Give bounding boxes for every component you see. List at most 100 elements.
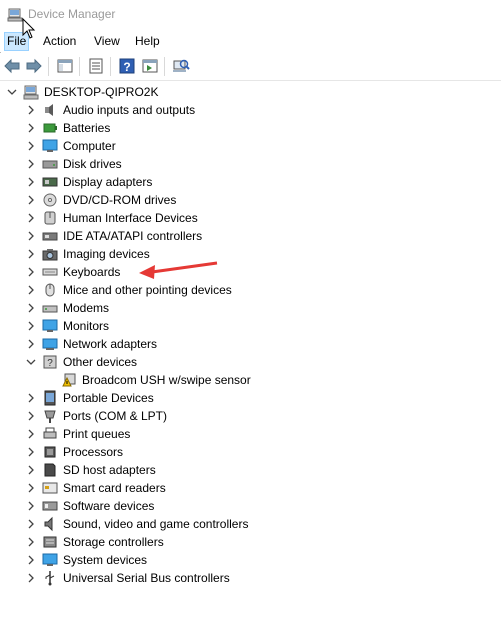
- tree-category-row[interactable]: Monitors: [0, 317, 300, 335]
- chevron-right-icon[interactable]: [25, 119, 37, 137]
- printer-icon: [43, 427, 57, 439]
- window-title: Device Manager: [28, 7, 116, 21]
- mouse-icon: [45, 283, 55, 297]
- properties-icon[interactable]: [87, 57, 105, 75]
- chevron-right-icon[interactable]: [25, 461, 37, 479]
- tree-category-row[interactable]: IDE ATA/ATAPI controllers: [0, 227, 300, 245]
- toolbar: ?: [0, 53, 501, 81]
- chevron-right-icon[interactable]: [25, 407, 37, 425]
- tree-category-row[interactable]: Mice and other pointing devices: [0, 281, 300, 299]
- tree-category-label: Storage controllers: [63, 535, 164, 549]
- menu-view[interactable]: View: [92, 33, 122, 50]
- chevron-right-icon[interactable]: [25, 569, 37, 587]
- audio-icon: [45, 104, 53, 116]
- chevron-right-icon[interactable]: [25, 245, 37, 263]
- tree-category-label: Disk drives: [63, 157, 122, 171]
- chevron-right-icon[interactable]: [25, 389, 37, 407]
- chevron-right-icon[interactable]: [25, 479, 37, 497]
- tree-root[interactable]: DESKTOP-QIPRO2K: [0, 83, 300, 101]
- tree-category-row[interactable]: Portable Devices: [0, 389, 300, 407]
- toolbar-separator: [48, 57, 49, 76]
- chevron-right-icon[interactable]: [25, 425, 37, 443]
- ide-controller-icon: [42, 232, 58, 241]
- chevron-right-icon[interactable]: [25, 101, 37, 119]
- chevron-right-icon[interactable]: [25, 551, 37, 569]
- chevron-right-icon[interactable]: [25, 533, 37, 551]
- tree-device-row[interactable]: Broadcom USH w/swipe sensor: [0, 371, 300, 389]
- tree-category-row[interactable]: Imaging devices: [0, 245, 300, 263]
- chevron-right-icon[interactable]: [25, 335, 37, 353]
- chevron-down-icon[interactable]: [25, 353, 37, 371]
- port-icon: [44, 410, 56, 423]
- tree-category-label: SD host adapters: [63, 463, 156, 477]
- menu-action[interactable]: Action: [41, 33, 78, 50]
- software-device-icon: [42, 501, 58, 511]
- chevron-right-icon[interactable]: [25, 515, 37, 533]
- show-hide-console-tree-icon[interactable]: [56, 57, 74, 75]
- chevron-right-icon[interactable]: [25, 263, 37, 281]
- disk-drive-icon: [42, 160, 58, 169]
- display-adapter-icon: [42, 177, 58, 187]
- menu-help[interactable]: Help: [133, 33, 162, 50]
- chevron-right-icon[interactable]: [25, 191, 37, 209]
- tree-category-row[interactable]: Computer: [0, 137, 300, 155]
- tree-category-label: IDE ATA/ATAPI controllers: [63, 229, 203, 243]
- tree-category-label: Universal Serial Bus controllers: [63, 571, 230, 585]
- tree-category-label: Other devices: [63, 355, 138, 369]
- tree-category-label: Imaging devices: [63, 247, 150, 261]
- tree-category-label: Processors: [63, 445, 124, 459]
- tree-category-row[interactable]: Universal Serial Bus controllers: [0, 569, 300, 587]
- other-devices-icon: ?: [43, 355, 57, 369]
- tree-category-label: Smart card readers: [63, 481, 166, 495]
- tree-category-row[interactable]: Processors: [0, 443, 300, 461]
- chevron-right-icon[interactable]: [25, 299, 37, 317]
- tree-category-row[interactable]: Batteries: [0, 119, 300, 137]
- tree-category-row[interactable]: Storage controllers: [0, 533, 300, 551]
- computer-name: DESKTOP-QIPRO2K: [44, 85, 159, 99]
- forward-arrow-icon[interactable]: [25, 57, 43, 75]
- keyboard-icon: [42, 268, 58, 276]
- help-icon[interactable]: ?: [118, 57, 136, 75]
- tree-category-label: Mice and other pointing devices: [63, 283, 232, 297]
- toolbar-separator: [79, 57, 80, 76]
- chevron-right-icon[interactable]: [25, 155, 37, 173]
- scan-hardware-changes-icon[interactable]: [172, 57, 190, 75]
- tree-device-label: Broadcom USH w/swipe sensor: [82, 373, 251, 387]
- back-arrow-icon[interactable]: [3, 57, 21, 75]
- tree-category-row[interactable]: Audio inputs and outputs: [0, 101, 300, 119]
- chevron-down-icon[interactable]: [6, 83, 18, 101]
- chevron-right-icon[interactable]: [25, 173, 37, 191]
- tree-category-row[interactable]: Keyboards: [0, 263, 300, 281]
- tree-category-row[interactable]: Modems: [0, 299, 300, 317]
- camera-icon: [42, 249, 58, 261]
- tree-category-row[interactable]: System devices: [0, 551, 300, 569]
- tree-category-row[interactable]: Print queues: [0, 425, 300, 443]
- tree-category-label: System devices: [63, 553, 148, 567]
- chevron-right-icon[interactable]: [25, 137, 37, 155]
- sd-adapter-icon: [44, 463, 56, 477]
- tree-category-row[interactable]: Sound, video and game controllers: [0, 515, 300, 533]
- tree-category-label: Batteries: [63, 121, 111, 135]
- hid-icon: [44, 211, 56, 225]
- chevron-right-icon[interactable]: [25, 227, 37, 245]
- chevron-right-icon[interactable]: [25, 443, 37, 461]
- action-pane-icon[interactable]: [141, 57, 159, 75]
- tree-category-row[interactable]: Network adapters: [0, 335, 300, 353]
- svg-text:?: ?: [123, 60, 130, 74]
- tree-category-row[interactable]: Disk drives: [0, 155, 300, 173]
- chevron-right-icon[interactable]: [25, 209, 37, 227]
- tree-category-row[interactable]: Ports (COM & LPT): [0, 407, 300, 425]
- tree-category-row[interactable]: Human Interface Devices: [0, 209, 300, 227]
- tree-category-row[interactable]: Display adapters: [0, 173, 300, 191]
- chevron-right-icon[interactable]: [25, 497, 37, 515]
- tree-category-row[interactable]: Software devices: [0, 497, 300, 515]
- tree-category-row[interactable]: DVD/CD-ROM drives: [0, 191, 300, 209]
- tree-category-row[interactable]: SD host adapters: [0, 461, 300, 479]
- tree-category-row[interactable]: ? Other devices: [0, 353, 300, 371]
- battery-icon: [43, 123, 57, 133]
- chevron-right-icon[interactable]: [25, 317, 37, 335]
- tree-category-row[interactable]: Smart card readers: [0, 479, 300, 497]
- device-manager-icon: [7, 8, 23, 22]
- svg-text:?: ?: [47, 358, 53, 369]
- chevron-right-icon[interactable]: [25, 281, 37, 299]
